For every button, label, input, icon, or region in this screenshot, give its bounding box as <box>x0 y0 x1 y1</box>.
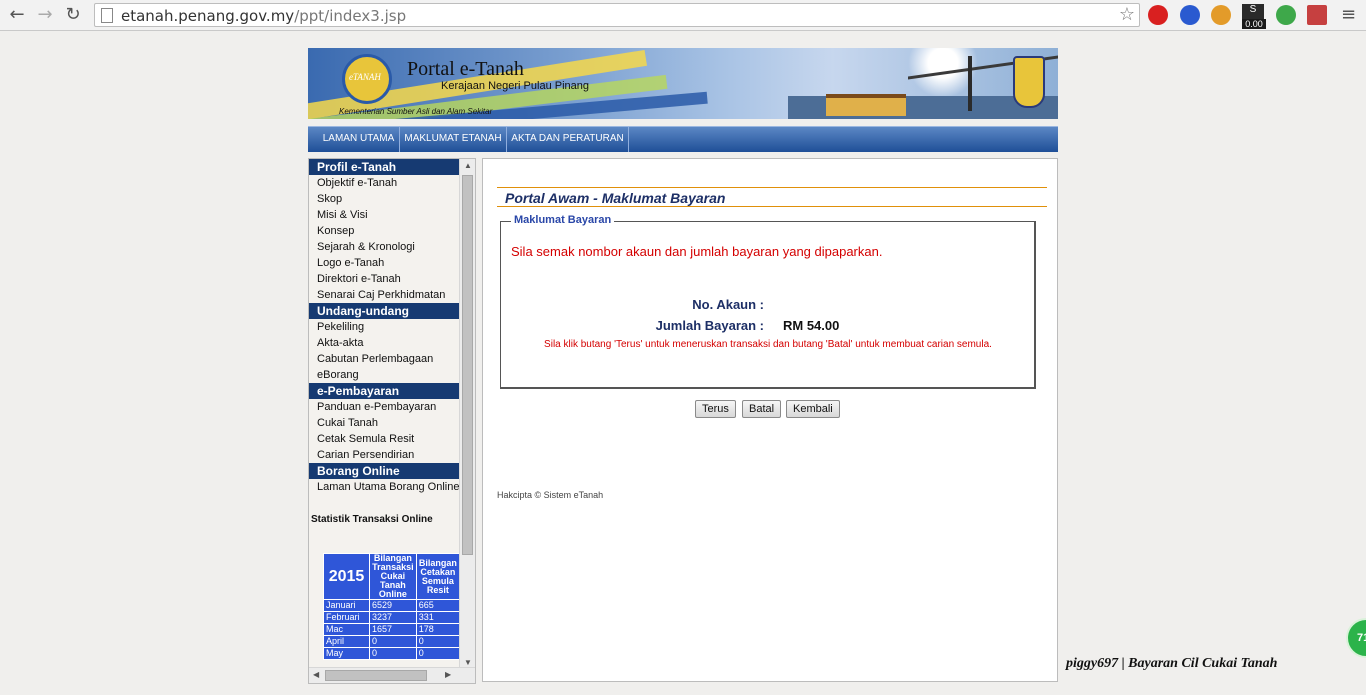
amount-label: Jumlah Bayaran : <box>655 318 764 333</box>
sidebar-item[interactable]: Konsep <box>309 223 460 239</box>
sidebar-menu: Profil e-Tanah Objektif e-Tanah Skop Misi &… <box>309 159 460 495</box>
sidebar-item[interactable]: Cukai Tanah <box>309 415 460 431</box>
green-extension-icon[interactable] <box>1276 5 1296 25</box>
stats-cell: 0 <box>415 647 461 660</box>
batal-button[interactable]: Batal <box>742 400 782 418</box>
reload-icon[interactable]: ↻ <box>62 4 84 26</box>
section-title: Portal Awam - Maklumat Bayaran <box>497 187 1047 207</box>
stats-cell: Januari <box>323 599 370 612</box>
penang-crest-icon <box>1013 56 1045 108</box>
url-text: etanah.penang.gov.my/ppt/index3.jsp <box>121 7 407 25</box>
portal-title: Portal e-Tanah <box>407 58 524 80</box>
stats-cell: 6529 <box>369 599 417 612</box>
sidebar-item[interactable]: Direktori e-Tanah <box>309 271 460 287</box>
main-nav: LAMAN UTAMA MAKLUMAT ETANAH AKTA DAN PER… <box>308 126 1058 152</box>
sidebar-item[interactable]: Pekeliling <box>309 319 460 335</box>
sidebar: Profil e-Tanah Objektif e-Tanah Skop Misi &… <box>308 158 476 684</box>
floating-badge[interactable]: 71 <box>1346 618 1366 658</box>
hscroll-thumb[interactable] <box>325 670 427 681</box>
sidebar-section-header: Undang-undang <box>309 303 460 319</box>
scroll-thumb[interactable] <box>462 175 473 555</box>
stats-title: Statistik Transaksi Online <box>311 514 433 525</box>
sidebar-horizontal-scrollbar[interactable]: ◀ ▶ <box>309 667 475 683</box>
stats-row: May 0 0 <box>323 647 461 660</box>
sidebar-item[interactable]: Objektif e-Tanah <box>309 175 460 191</box>
nav-akta-dan-peraturan[interactable]: AKTA DAN PERATURAN <box>507 127 629 152</box>
sidebar-item[interactable]: Cetak Semula Resit <box>309 431 460 447</box>
sidebar-item[interactable]: Logo e-Tanah <box>309 255 460 271</box>
sidebar-section-header: e-Pembayaran <box>309 383 460 399</box>
address-bar[interactable]: etanah.penang.gov.my/ppt/index3.jsp ☆ <box>94 3 1140 27</box>
stats-cell: 0 <box>415 635 461 648</box>
etanah-logo: eTANAH <box>342 54 392 104</box>
stats-cell: Februari <box>323 611 370 624</box>
browser-toolbar: ← → ↻ etanah.penang.gov.my/ppt/index3.js… <box>0 0 1366 31</box>
scroll-down-icon[interactable]: ▼ <box>464 658 472 667</box>
terus-button[interactable]: Terus <box>695 400 736 418</box>
copyright: Hakcipta © Sistem eTanah <box>497 490 604 500</box>
back-icon[interactable]: ← <box>6 4 28 26</box>
stats-cell: 1657 <box>369 623 417 636</box>
sidebar-item[interactable]: Akta-akta <box>309 335 460 351</box>
sidebar-item[interactable]: Panduan e-Pembayaran <box>309 399 460 415</box>
sidebar-item[interactable]: Senarai Caj Perkhidmatan <box>309 287 460 303</box>
forward-icon[interactable]: → <box>34 4 56 26</box>
instruction-note: Sila klik butang 'Terus' untuk meneruska… <box>544 339 992 350</box>
sidebar-item[interactable]: Laman Utama Borang Online <box>309 479 460 495</box>
sidebar-item[interactable]: Skop <box>309 191 460 207</box>
stats-cell: Mac <box>323 623 370 636</box>
stats-table: 2015 Bilangan Transaksi Cukai Tanah Onli… <box>323 553 461 660</box>
sidebar-item[interactable]: Sejarah & Kronologi <box>309 239 460 255</box>
scroll-right-icon[interactable]: ▶ <box>445 670 451 679</box>
sidebar-item[interactable]: Cabutan Perlembagaan <box>309 351 460 367</box>
stats-row: April 0 0 <box>323 635 461 648</box>
scroll-left-icon[interactable]: ◀ <box>313 670 319 679</box>
account-label: No. Akaun : <box>692 297 764 312</box>
stats-cell: 3237 <box>369 611 417 624</box>
stats-cell: May <box>323 647 370 660</box>
stats-year: 2015 <box>323 553 370 600</box>
watermark: piggy697 | Bayaran Cil Cukai Tanah <box>1066 656 1278 671</box>
bookmark-star-icon[interactable]: ☆ <box>1119 4 1135 25</box>
scroll-up-icon[interactable]: ▲ <box>464 161 472 170</box>
basket-extension-icon[interactable] <box>1211 5 1231 25</box>
adblock-extension-icon[interactable] <box>1148 5 1168 25</box>
stats-row: Februari 3237 331 <box>323 611 461 624</box>
stats-cell: 0 <box>369 635 417 648</box>
stats-cell: 665 <box>415 599 461 612</box>
stats-row: Januari 6529 665 <box>323 599 461 612</box>
chrome-menu-icon[interactable]: ≡ <box>1341 4 1356 25</box>
nav-laman-utama[interactable]: LAMAN UTAMA <box>318 127 400 152</box>
nav-maklumat-etanah[interactable]: MAKLUMAT ETANAH <box>400 127 507 152</box>
kembali-button[interactable]: Kembali <box>786 400 840 418</box>
stats-col-reprints: Bilangan Cetakan Semula Resit <box>415 553 461 600</box>
ferry-image <box>826 94 906 116</box>
stats-cell: April <box>323 635 370 648</box>
sidebar-item[interactable]: eBorang <box>309 367 460 383</box>
stats-cell: 178 <box>415 623 461 636</box>
stats-cell: 331 <box>415 611 461 624</box>
sidebar-section-header: Borang Online <box>309 463 460 479</box>
portal-banner: eTANAH Portal e-Tanah Kerajaan Negeri Pu… <box>308 48 1058 119</box>
stats-col-transactions: Bilangan Transaksi Cukai Tanah Online <box>369 553 417 600</box>
s-extension-icon[interactable]: S 0.00 <box>1242 4 1266 29</box>
fieldset-legend: Maklumat Bayaran <box>511 214 615 226</box>
stats-row: Mac 1657 178 <box>323 623 461 636</box>
sidebar-item[interactable]: Misi & Visi <box>309 207 460 223</box>
shield-extension-icon[interactable] <box>1180 5 1200 25</box>
page-icon <box>101 8 113 23</box>
sidebar-section-header: Profil e-Tanah <box>309 159 460 175</box>
stats-cell: 0 <box>369 647 417 660</box>
main-content: Portal Awam - Maklumat Bayaran Maklumat … <box>482 158 1058 682</box>
pdf-extension-icon[interactable] <box>1307 5 1327 25</box>
sidebar-vertical-scrollbar[interactable]: ▲ ▼ <box>459 159 475 669</box>
verify-message: Sila semak nombor akaun dan jumlah bayar… <box>511 244 883 259</box>
portal-subtitle: Kerajaan Negeri Pulau Pinang <box>441 80 589 92</box>
sidebar-item[interactable]: Carian Persendirian <box>309 447 460 463</box>
ministry-text: Kementerian Sumber Asli dan Alam Sekitar <box>339 107 493 116</box>
amount-value: RM 54.00 <box>783 318 840 333</box>
payment-info-fieldset: Maklumat Bayaran Sila semak nombor akaun… <box>500 214 1036 389</box>
